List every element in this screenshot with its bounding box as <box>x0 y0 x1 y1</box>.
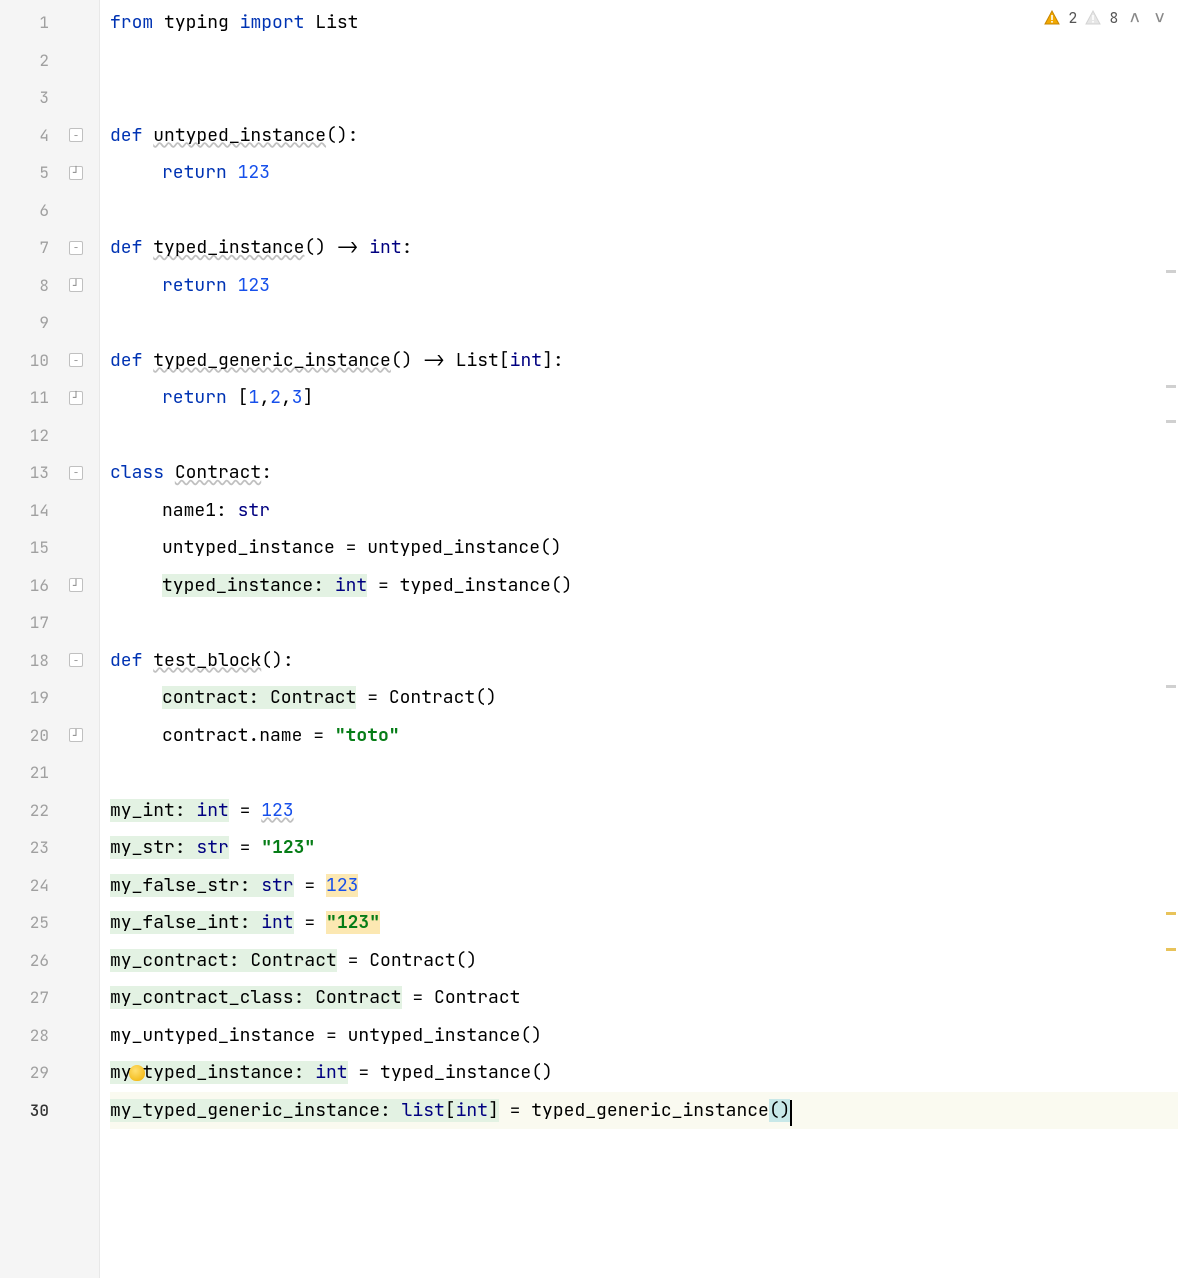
marker-warning[interactable] <box>1166 912 1176 915</box>
error-stripe[interactable] <box>1164 0 1178 1278</box>
fold-close-icon[interactable]: ┘ <box>69 391 83 405</box>
code-line: from typing import List <box>110 4 1178 42</box>
line-number-gutter: 1 2 3 4− 5┘ 6 7− 8┘ 9 10− 11┘ 12 13− 14 … <box>0 0 100 1278</box>
code-editor[interactable]: 1 2 3 4− 5┘ 6 7− 8┘ 9 10− 11┘ 12 13− 14 … <box>0 0 1178 1278</box>
marker-weak[interactable] <box>1166 420 1176 423</box>
fold-open-icon[interactable]: − <box>69 128 83 142</box>
fold-open-icon[interactable]: − <box>69 653 83 667</box>
fold-close-icon[interactable]: ┘ <box>69 278 83 292</box>
marker-weak[interactable] <box>1166 270 1176 273</box>
marker-warning[interactable] <box>1166 948 1176 951</box>
code-area[interactable]: 2 8 ∧ ∨ from typing import List def unty… <box>100 0 1178 1278</box>
marker-weak[interactable] <box>1166 685 1176 688</box>
text-caret <box>790 1100 792 1126</box>
fold-close-icon[interactable]: ┘ <box>69 728 83 742</box>
fold-open-icon[interactable]: − <box>69 241 83 255</box>
fold-close-icon[interactable]: ┘ <box>69 578 83 592</box>
fold-open-icon[interactable]: − <box>69 466 83 480</box>
marker-weak[interactable] <box>1166 385 1176 388</box>
fold-open-icon[interactable]: − <box>69 353 83 367</box>
line-number: 1 <box>0 4 91 42</box>
fold-close-icon[interactable]: ┘ <box>69 166 83 180</box>
intention-bulb-icon[interactable] <box>129 1065 145 1081</box>
